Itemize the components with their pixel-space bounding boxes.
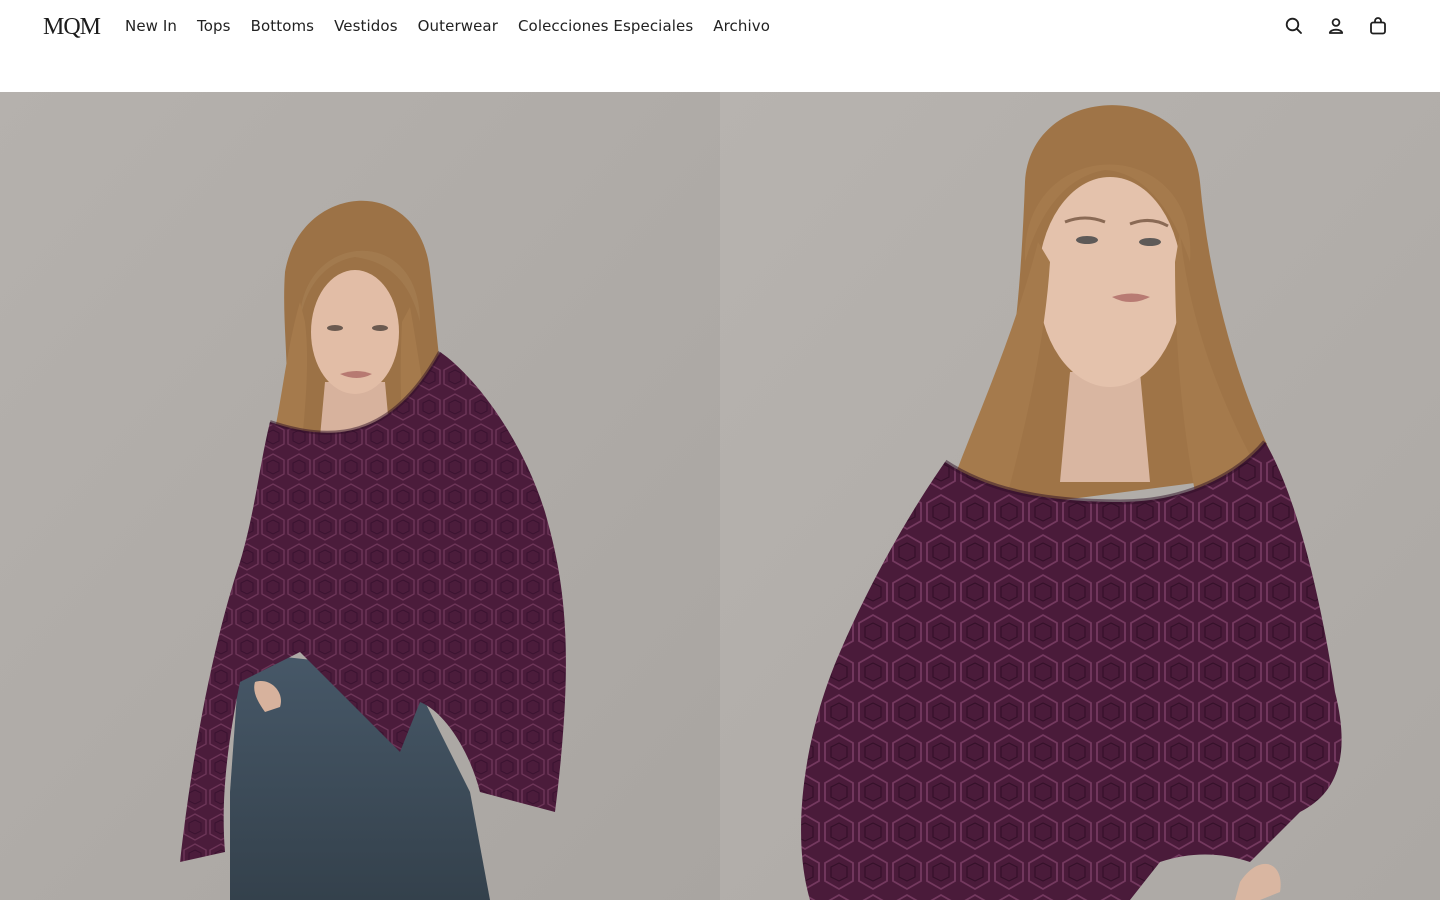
nav-item-outerwear[interactable]: Outerwear [418, 17, 498, 35]
logo-wordmark: MQM [43, 14, 101, 40]
nav-item-new-in[interactable]: New In [125, 17, 177, 35]
header-actions [1284, 14, 1388, 38]
nav-item-bottoms[interactable]: Bottoms [251, 17, 315, 35]
search-button[interactable] [1284, 16, 1304, 36]
search-icon [1285, 17, 1302, 34]
cart-button[interactable] [1368, 16, 1388, 36]
nav-item-vestidos[interactable]: Vestidos [334, 17, 398, 35]
site-header: MQM New In Tops Bottoms Vestidos Outerwe… [0, 0, 1440, 92]
product-gallery [0, 92, 1440, 900]
nav-item-tops[interactable]: Tops [197, 17, 231, 35]
brand-logo[interactable]: MQM [43, 12, 103, 42]
main-nav: New In Tops Bottoms Vestidos Outerwear C… [125, 15, 770, 37]
product-photo-full-body [0, 92, 720, 900]
nav-item-colecciones-especiales[interactable]: Colecciones Especiales [518, 17, 693, 35]
product-image-full-body[interactable] [0, 92, 720, 900]
product-photo-close-up [720, 92, 1440, 900]
nav-item-archivo[interactable]: Archivo [713, 17, 770, 35]
account-icon [1328, 18, 1344, 34]
product-image-close-up[interactable] [720, 92, 1440, 900]
cart-icon [1370, 17, 1386, 35]
account-button[interactable] [1326, 16, 1346, 36]
